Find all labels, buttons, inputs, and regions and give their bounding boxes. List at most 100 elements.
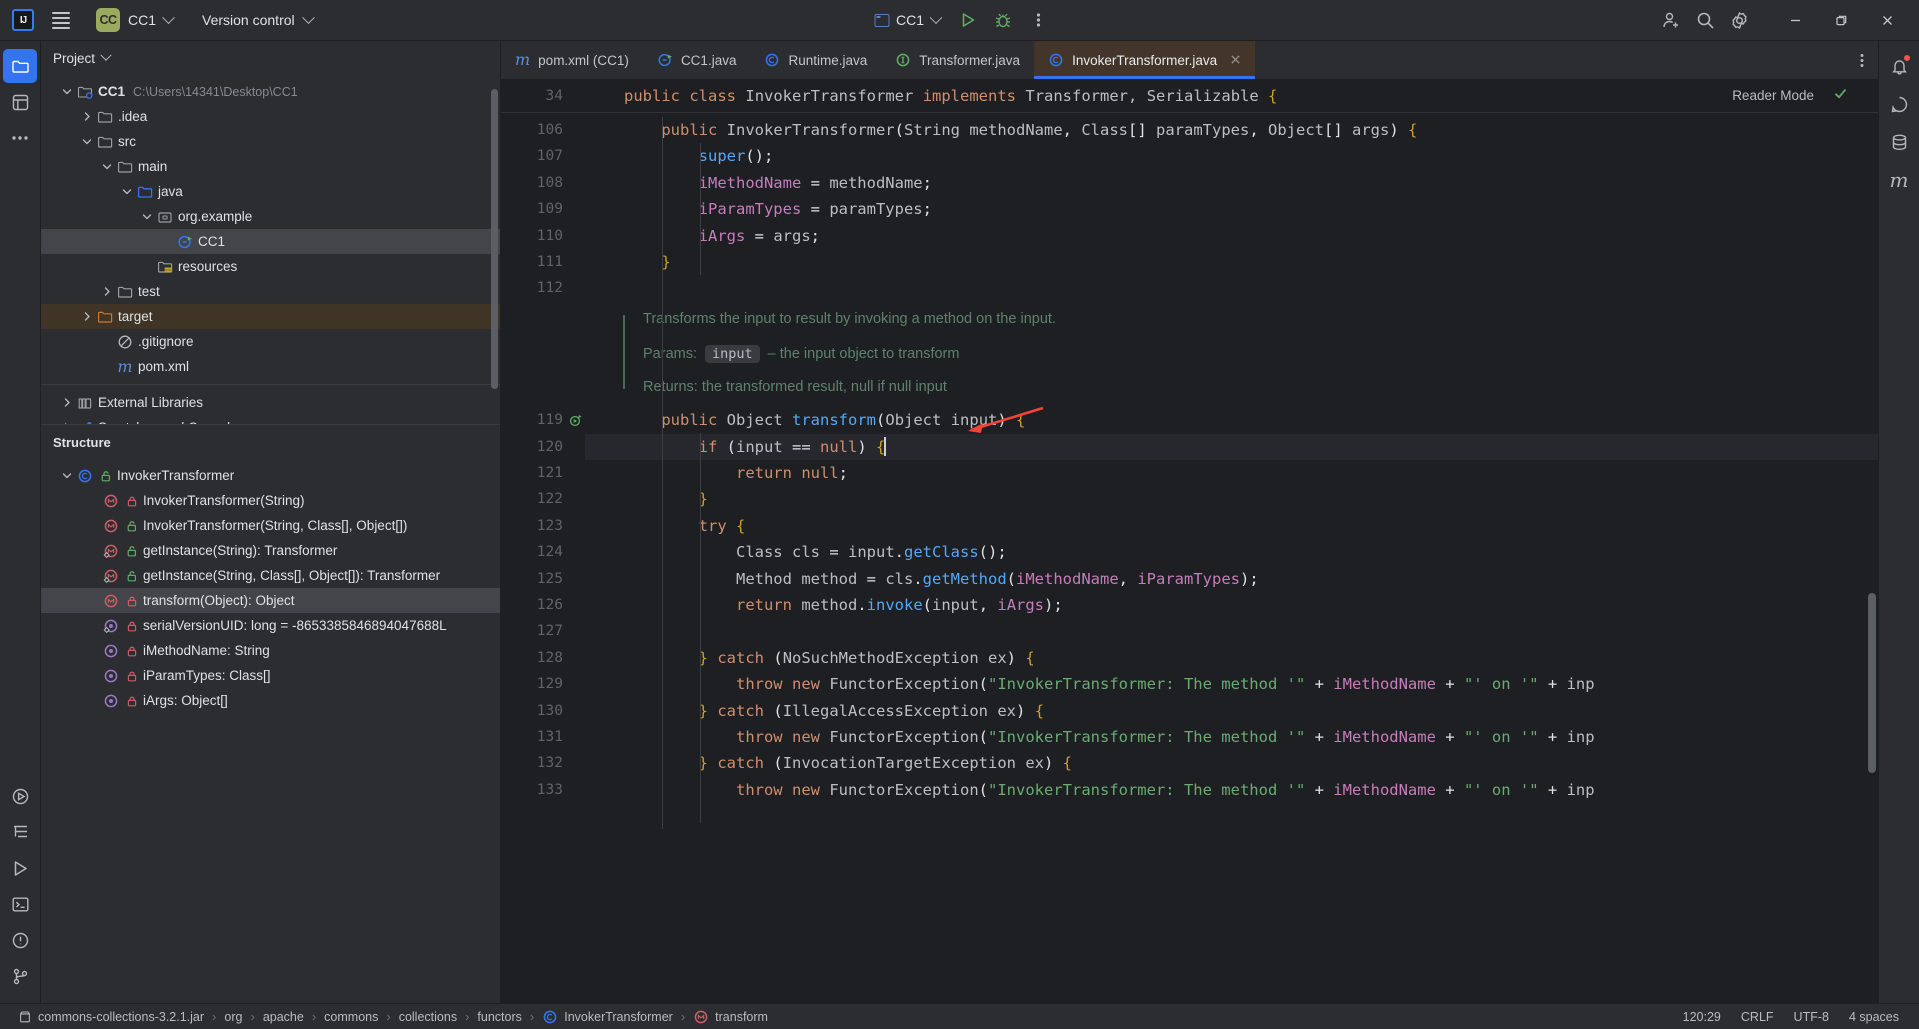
debug-button[interactable] [987, 5, 1019, 35]
project-tree-item-external-libraries[interactable]: External Libraries [41, 390, 500, 415]
code-line[interactable]: public InvokerTransformer(String methodN… [585, 117, 1878, 143]
code-line[interactable]: return method.invoke(input, iArgs); [585, 592, 1878, 618]
project-widget[interactable]: CC CC1 [88, 5, 181, 35]
structure-item-iparamtypes-class-[interactable]: iParamTypes: Class[] [41, 663, 500, 688]
sidebar-item-services[interactable] [3, 851, 37, 885]
project-tree-item-org-example[interactable]: org.example [41, 204, 500, 229]
notifications-button[interactable] [1882, 49, 1916, 83]
project-tree-scrollbar[interactable] [491, 89, 498, 389]
tree-expand-arrow[interactable] [59, 397, 75, 409]
structure-item-iargs-object-[interactable]: iArgs: Object[] [41, 688, 500, 713]
gutter-line[interactable]: 109 [501, 196, 563, 222]
tree-expand-arrow[interactable] [59, 422, 75, 424]
code-line[interactable]: public Object transform(Object input) { [585, 407, 1878, 433]
search-everywhere-button[interactable] [1689, 5, 1721, 35]
project-tree-item-main[interactable]: main [41, 154, 500, 179]
gutter-line[interactable]: 108 [501, 170, 563, 196]
breadcrumb-item-org[interactable]: org [216, 1006, 250, 1028]
project-tree-item--gitignore[interactable]: .gitignore [41, 329, 500, 354]
run-button[interactable] [952, 5, 984, 35]
gutter-line[interactable]: 106 [501, 117, 563, 143]
sidebar-item-version-control[interactable] [3, 959, 37, 993]
gutter-line[interactable]: 107 [501, 143, 563, 169]
project-tree[interactable]: CC1 C:\Users\14341\Desktop\CC1 .idea src mai… [41, 75, 500, 424]
gutter-line[interactable]: 112 [501, 275, 563, 301]
gutter-line[interactable]: 110 [501, 223, 563, 249]
maven-button[interactable]: m [1882, 163, 1916, 197]
tree-expand-arrow[interactable] [139, 211, 155, 223]
code-line[interactable]: iParamTypes = paramTypes; [585, 196, 1878, 222]
caret-position[interactable]: 120:29 [1673, 1006, 1731, 1028]
code-line[interactable]: } [585, 249, 1878, 275]
sidebar-item-commit[interactable] [3, 85, 37, 119]
project-tree-item--idea[interactable]: .idea [41, 104, 500, 129]
structure-item-getinstance-string-class-object-transfor[interactable]: getInstance(String, Class[], Object[]): … [41, 563, 500, 588]
code-line[interactable]: } catch (NoSuchMethodException ex) { [585, 645, 1878, 671]
breadcrumb-item-collections[interactable]: collections [391, 1006, 465, 1028]
code-line[interactable]: return null; [585, 460, 1878, 486]
tree-expand-arrow[interactable] [119, 186, 135, 198]
gutter-line[interactable]: 111 [501, 249, 563, 275]
breadcrumb-item-commons-collections-3-2-1-jar[interactable]: commons-collections-3.2.1.jar [10, 1006, 212, 1028]
gutter-line[interactable]: 130 [501, 698, 563, 724]
gutter-line[interactable] [501, 355, 563, 381]
reader-mode-toggle[interactable]: Reader Mode [1732, 88, 1814, 103]
project-tree-item-target[interactable]: target [41, 304, 500, 329]
breadcrumb-item-functors[interactable]: functors [469, 1006, 529, 1028]
code-line[interactable]: super(); [585, 143, 1878, 169]
structure-item-invokertransformer-string-class-object-[interactable]: InvokerTransformer(String, Class[], Obje… [41, 513, 500, 538]
code-line[interactable]: Method method = cls.getMethod(iMethodNam… [585, 566, 1878, 592]
account-add-button[interactable] [1655, 5, 1687, 35]
structure-item-invokertransformer[interactable]: InvokerTransformer [41, 463, 500, 488]
tree-expand-arrow[interactable] [79, 311, 95, 323]
code-line[interactable]: iMethodName = methodName; [585, 170, 1878, 196]
code-line[interactable]: } catch (InvocationTargetException ex) { [585, 750, 1878, 776]
more-run-actions-button[interactable] [1022, 5, 1054, 35]
checkmark-ok-icon[interactable] [1833, 86, 1848, 106]
project-tree-item-pom-xml[interactable]: m pom.xml [41, 354, 500, 379]
code-line[interactable]: throw new FunctorException("InvokerTrans… [585, 724, 1878, 750]
ai-assistant-button[interactable] [1882, 87, 1916, 121]
code-line[interactable]: if (input == null) { [585, 433, 1878, 461]
tree-expand-arrow[interactable] [99, 286, 115, 298]
structure-item-imethodname-string[interactable]: iMethodName: String [41, 638, 500, 663]
structure-expand-arrow[interactable] [59, 470, 75, 482]
code-line[interactable]: throw new FunctorException("InvokerTrans… [585, 777, 1878, 803]
breadcrumb-item-commons[interactable]: commons [316, 1006, 386, 1028]
structure-item-serialversionuid-long-865338584689404768[interactable]: serialVersionUID: long = -86533858468940… [41, 613, 500, 638]
breadcrumb-item-apache[interactable]: apache [255, 1006, 312, 1028]
gutter-line[interactable] [501, 302, 563, 328]
sidebar-item-run[interactable] [3, 779, 37, 813]
breadcrumb-item-transform[interactable]: transform [685, 1006, 776, 1028]
project-tree-item-cc1[interactable]: CC1 [41, 229, 500, 254]
tree-expand-arrow[interactable] [79, 136, 95, 148]
editor-tabs-more-button[interactable] [1846, 41, 1878, 79]
sidebar-item-terminal[interactable] [3, 887, 37, 921]
gutter-line[interactable]: 131 [501, 724, 563, 750]
gutter-line[interactable]: 119 [501, 407, 582, 433]
gutter-line[interactable]: 123 [501, 513, 563, 539]
code-line[interactable]: try { [585, 513, 1878, 539]
gutter-line[interactable]: 129 [501, 671, 563, 697]
minimize-button[interactable] [1773, 0, 1817, 40]
close-tab-icon[interactable] [1230, 53, 1241, 68]
line-separator[interactable]: CRLF [1731, 1006, 1784, 1028]
gutter-line[interactable]: 121 [501, 460, 563, 486]
gutter-line[interactable]: 133 [501, 777, 563, 803]
code-line[interactable]: Class cls = input.getClass(); [585, 539, 1878, 565]
structure-item-getinstance-string-transformer[interactable]: getInstance(String): Transformer [41, 538, 500, 563]
indent-setting[interactable]: 4 spaces [1839, 1006, 1909, 1028]
settings-button[interactable] [1723, 5, 1755, 35]
gutter-line[interactable] [501, 328, 563, 354]
breadcrumb[interactable]: commons-collections-3.2.1.jar › org › apache… [10, 1006, 776, 1028]
project-tree-item-src[interactable]: src [41, 129, 500, 154]
project-tree-item-scratches-and-consoles[interactable]: Scratches and Consoles [41, 415, 500, 424]
gutter-line[interactable]: 128 [501, 645, 563, 671]
gutter-line[interactable]: 120 [501, 434, 563, 460]
structure-item-transform-object-object[interactable]: transform(Object): Object [41, 588, 500, 613]
sidebar-item-more[interactable] [3, 121, 37, 155]
chevron-down-icon[interactable] [100, 49, 112, 61]
gutter-line[interactable]: 127 [501, 618, 563, 644]
gutter-line[interactable]: 126 [501, 592, 563, 618]
code-viewport[interactable]: 106 107 108 109 110 111 112 119 120 121 122 123 124 1… [501, 113, 1878, 1003]
